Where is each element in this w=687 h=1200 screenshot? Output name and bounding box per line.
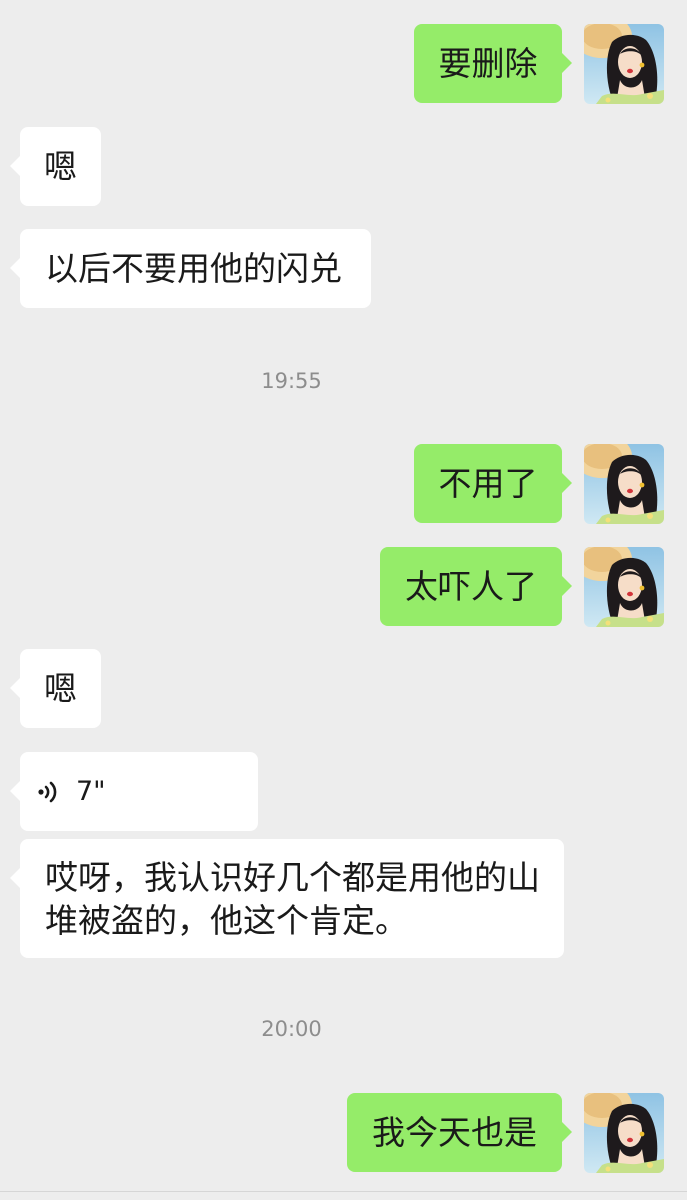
message-text: 不用了	[438, 464, 538, 503]
message-bubble-incoming[interactable]: 以后不要用他的闪兑	[10, 229, 371, 308]
message-bubble-incoming[interactable]: 哎呀，我认识好几个都是用他的山堆被盗的，他这个肯定。	[10, 839, 564, 958]
message-text: 嗯	[44, 147, 77, 186]
message-text: 以后不要用他的闪兑	[45, 249, 342, 288]
message-text: 要删除	[438, 44, 538, 83]
message-bubble-outgoing[interactable]: 要删除	[414, 24, 572, 103]
input-bar-divider	[0, 1191, 687, 1192]
message-text: 嗯	[44, 669, 77, 708]
avatar[interactable]	[584, 1093, 664, 1173]
user-avatar-image	[584, 24, 664, 104]
user-avatar-image	[584, 547, 664, 627]
avatar[interactable]	[584, 547, 664, 627]
avatar[interactable]	[584, 444, 664, 524]
avatar[interactable]	[584, 24, 664, 104]
message-bubble-outgoing[interactable]: 太吓人了	[380, 547, 572, 626]
timestamp: 19:55	[261, 369, 322, 393]
message-bubble-outgoing[interactable]: 我今天也是	[347, 1093, 572, 1172]
message-text: 哎呀，我认识好几个都是用他的山堆被盗的，他这个肯定。	[45, 858, 540, 940]
message-bubble-outgoing[interactable]: 不用了	[414, 444, 572, 523]
voice-wave-icon	[38, 781, 57, 803]
message-bubble-incoming[interactable]: 嗯	[10, 127, 101, 206]
user-avatar-image	[584, 444, 664, 524]
user-avatar-image	[584, 1093, 664, 1173]
message-text: 我今天也是	[372, 1113, 537, 1152]
voice-message-bubble[interactable]: 7"	[10, 752, 258, 831]
message-bubble-incoming[interactable]: 嗯	[10, 649, 101, 728]
message-text: 太吓人了	[405, 567, 537, 606]
timestamp: 20:00	[261, 1017, 322, 1041]
voice-duration: 7"	[76, 776, 106, 807]
